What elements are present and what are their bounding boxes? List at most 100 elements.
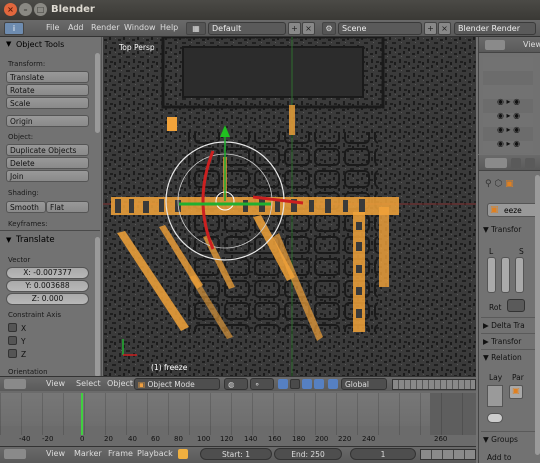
translate-manipulator-icon[interactable]: [290, 379, 300, 389]
add-scene-button[interactable]: +: [424, 22, 437, 35]
screen-layout-icon[interactable]: ▦: [186, 22, 206, 35]
smooth-shading-button[interactable]: Smooth: [6, 201, 46, 213]
constraint-x-checkbox[interactable]: [8, 323, 17, 332]
rotation-mode-select[interactable]: [507, 299, 525, 312]
frame-tick: 160: [268, 435, 282, 443]
eye-icon[interactable]: ◉ ▸ ◉: [497, 139, 520, 148]
transform-panel-header[interactable]: ▼ Transfor: [483, 225, 521, 234]
scale-x-slider[interactable]: [515, 257, 524, 293]
transform-locks-header[interactable]: ▶ Transfor: [483, 337, 521, 346]
preview-range-icon[interactable]: [178, 449, 188, 459]
timeline-area[interactable]: [0, 393, 476, 435]
pass-index-field[interactable]: [487, 413, 503, 423]
timeline-playback-menu[interactable]: Playback: [137, 449, 173, 458]
parent-label: Par: [512, 373, 524, 382]
relations-header[interactable]: ▼ Relation: [483, 353, 522, 362]
mode-select[interactable]: ▣ Object Mode: [134, 378, 220, 390]
remove-scene-button[interactable]: ×: [438, 22, 451, 35]
location-x-slider[interactable]: [487, 257, 496, 293]
properties-editor[interactable]: ⚲ ⬡ ▣ ▣ eeze ▼ Transfor L S Rot ▶ Delta …: [478, 155, 540, 463]
translate-operator-header[interactable]: ▼ Translate: [2, 235, 98, 248]
playback-controls[interactable]: [420, 449, 476, 460]
pivot-select[interactable]: ⚬: [250, 378, 274, 390]
object-name-row[interactable]: ▣ eeze: [487, 203, 539, 217]
object-name-field[interactable]: eeze: [504, 206, 522, 215]
object-tools-header[interactable]: ▼ Object Tools: [2, 39, 98, 52]
editor-type-icon[interactable]: [485, 40, 505, 50]
eye-icon[interactable]: ◉ ▸ ◉: [497, 111, 520, 120]
maximize-window-button[interactable]: □: [34, 3, 47, 16]
eye-icon[interactable]: ◉ ▸ ◉: [497, 97, 520, 106]
location-y-slider[interactable]: [501, 257, 510, 293]
menu-file[interactable]: File: [46, 23, 59, 32]
cube-icon: ▣: [138, 380, 146, 389]
object-menu[interactable]: Object: [107, 379, 133, 388]
translate-button[interactable]: Translate: [6, 71, 89, 83]
groups-header[interactable]: ▼ Groups: [483, 435, 518, 444]
select-menu[interactable]: Select: [76, 379, 101, 388]
layers-grid[interactable]: [487, 385, 503, 407]
properties-scrollbar[interactable]: [535, 175, 540, 455]
render-engine-select[interactable]: Blender Render: [454, 22, 536, 35]
remove-layout-button[interactable]: ×: [302, 22, 315, 35]
add-layout-button[interactable]: +: [288, 22, 301, 35]
eye-icon[interactable]: ◉ ▸ ◉: [497, 125, 520, 134]
vector-z-field[interactable]: Z: 0.000: [6, 293, 89, 305]
layer-buttons[interactable]: [392, 379, 476, 390]
screen-layout-field[interactable]: Default: [208, 22, 286, 35]
view-menu[interactable]: View: [46, 379, 65, 388]
editor-type-icon[interactable]: i: [4, 22, 24, 35]
outliner-view-menu[interactable]: View: [523, 40, 540, 49]
constraint-y-label: Y: [21, 337, 26, 346]
end-frame-field[interactable]: End: 250: [274, 448, 342, 460]
origin-button[interactable]: Origin: [6, 115, 89, 127]
menu-window[interactable]: Window: [124, 23, 156, 32]
manipulator-toggle-icon[interactable]: [278, 379, 288, 389]
scene-field[interactable]: Scene: [338, 22, 422, 35]
scene-icon[interactable]: ⚙: [322, 22, 336, 35]
constraint-y-checkbox[interactable]: [8, 336, 17, 345]
frame-tick: 20: [104, 435, 113, 443]
panel-separator: [481, 317, 539, 318]
close-window-button[interactable]: ×: [4, 3, 17, 16]
timeline-view-menu[interactable]: View: [46, 449, 65, 458]
scale-manipulator-icon[interactable]: [314, 379, 324, 389]
menu-render[interactable]: Render: [91, 23, 119, 32]
tool-shelf-scrollbar-top[interactable]: [95, 53, 100, 133]
vector-x-field[interactable]: X: -0.007377: [6, 267, 89, 279]
render-tab-icon[interactable]: [511, 158, 521, 168]
current-frame-field[interactable]: 1: [350, 448, 416, 460]
frame-tick: 140: [244, 435, 258, 443]
editor-type-icon[interactable]: [4, 379, 26, 389]
flat-shading-button[interactable]: Flat: [46, 201, 89, 213]
timeline-marker-menu[interactable]: Marker: [74, 449, 102, 458]
scene-tab-icon[interactable]: [525, 158, 535, 168]
minimize-window-button[interactable]: –: [19, 3, 32, 16]
vector-y-field[interactable]: Y: 0.003688: [6, 280, 89, 292]
editor-type-icon[interactable]: [4, 449, 26, 459]
add-to-group-button[interactable]: Add to: [487, 453, 511, 462]
start-frame-field[interactable]: Start: 1: [200, 448, 272, 460]
constraint-z-checkbox[interactable]: [8, 349, 17, 358]
properties-tabs[interactable]: ⚲ ⬡ ▣: [485, 179, 525, 191]
relations-title: Relation: [491, 353, 522, 362]
rotate-button[interactable]: Rotate: [6, 84, 89, 96]
join-button[interactable]: Join: [6, 170, 89, 182]
shading-select[interactable]: ◍: [224, 378, 248, 390]
menu-add[interactable]: Add: [68, 23, 84, 32]
parent-field[interactable]: ▣: [509, 385, 523, 399]
tool-shelf-scrollbar-bottom[interactable]: [95, 237, 100, 377]
editor-type-icon[interactable]: [485, 158, 507, 168]
scale-button[interactable]: Scale: [6, 97, 89, 109]
outliner[interactable]: View ◉ ▸ ◉ ◉ ▸ ◉ ◉ ▸ ◉ ◉ ▸ ◉: [478, 37, 540, 154]
menu-help[interactable]: Help: [160, 23, 178, 32]
rotate-manipulator-icon[interactable]: [302, 379, 312, 389]
transform-orientation-select[interactable]: Global: [341, 378, 387, 390]
3d-viewport[interactable]: Top Persp (1) freeze: [103, 37, 476, 376]
delete-button[interactable]: Delete: [6, 157, 89, 169]
transform-orientation-icon[interactable]: [328, 379, 338, 389]
timeline-frame-menu[interactable]: Frame: [108, 449, 133, 458]
timeline[interactable]: -40 -20 0 20 40 60 80 100 120 140 160 18…: [0, 391, 476, 446]
delta-transform-header[interactable]: ▶ Delta Tra: [483, 321, 525, 330]
duplicate-objects-button[interactable]: Duplicate Objects: [6, 144, 89, 156]
